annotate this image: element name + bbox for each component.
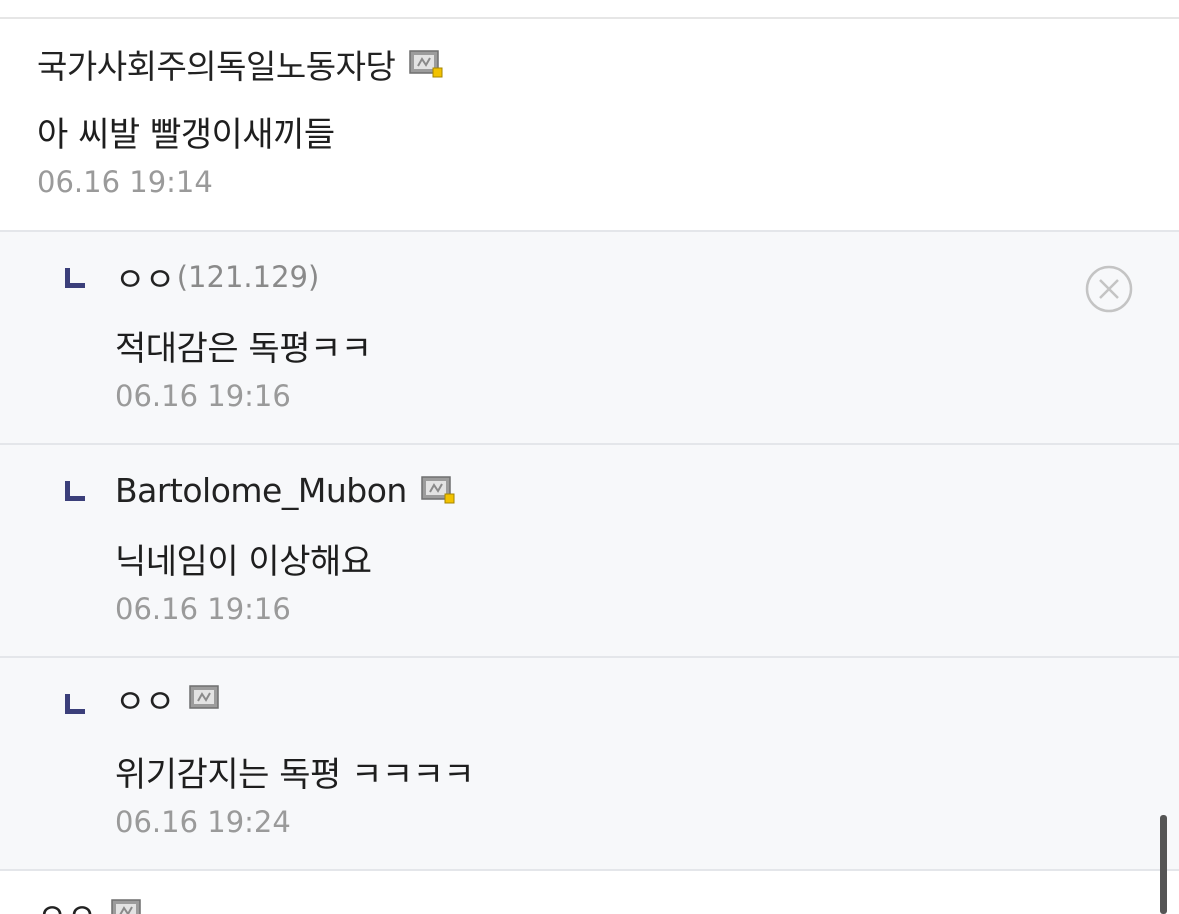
gallery-member-icon: [110, 899, 145, 914]
delete-button[interactable]: [1084, 264, 1134, 314]
comment-date: 06.16 19:24: [115, 805, 291, 839]
comment-date: 06.16 19:16: [115, 592, 291, 626]
reply-arrow-icon: [65, 694, 85, 714]
comment-author-row: ㅇㅇ: [37, 893, 145, 914]
comment-author-row: ㅇㅇ (121.129): [115, 257, 320, 299]
reply-item: Bartolome_Mubon 닉네임이 이상해요 06.16 19:16: [0, 443, 1179, 657]
reply-arrow-icon: [65, 268, 85, 288]
comment-text: 아 씨발 빨갱이새끼들: [37, 115, 335, 155]
scrollbar[interactable]: [1160, 815, 1167, 914]
comment-author-row: ㅇㅇ: [115, 679, 223, 721]
gallery-member-icon: [421, 476, 455, 504]
comment-nickname[interactable]: ㅇㅇ: [37, 889, 97, 914]
comment-nickname[interactable]: Bartolome_Mubon: [115, 471, 407, 510]
comment-item: 국가사회주의독일노동자당 아 씨발 빨갱이새끼들 06.16 19:14: [0, 19, 1179, 230]
reply-item: ㅇㅇ 위기감지는 독평 ㅋㅋㅋㅋ 06.16 19:24: [0, 656, 1179, 870]
comment-nickname[interactable]: ㅇㅇ: [115, 253, 175, 301]
gallery-member-icon: [409, 50, 443, 78]
comment-ip: (121.129): [176, 260, 320, 294]
gallery-member-icon: [188, 685, 223, 713]
comment-nickname[interactable]: ㅇㅇ: [115, 675, 175, 723]
comment-author-row: Bartolome_Mubon: [115, 470, 455, 510]
comment-nickname[interactable]: 국가사회주의독일노동자당: [37, 40, 396, 88]
close-circle-icon: [1085, 265, 1133, 313]
comment-author-row: 국가사회주의독일노동자당: [37, 44, 443, 86]
comment-text: 적대감은 독평ㅋㅋ: [115, 329, 372, 369]
comment-text: 위기감지는 독평 ㅋㅋㅋㅋ: [115, 755, 475, 795]
comment-item: ㅇㅇ: [0, 869, 1179, 914]
reply-arrow-icon: [65, 481, 85, 501]
comment-date: 06.16 19:14: [37, 165, 213, 199]
reply-item: ㅇㅇ (121.129) 적대감은 독평ㅋㅋ 06.16 19:16: [0, 230, 1179, 444]
comment-date: 06.16 19:16: [115, 379, 291, 413]
comment-text: 닉네임이 이상해요: [115, 542, 372, 582]
